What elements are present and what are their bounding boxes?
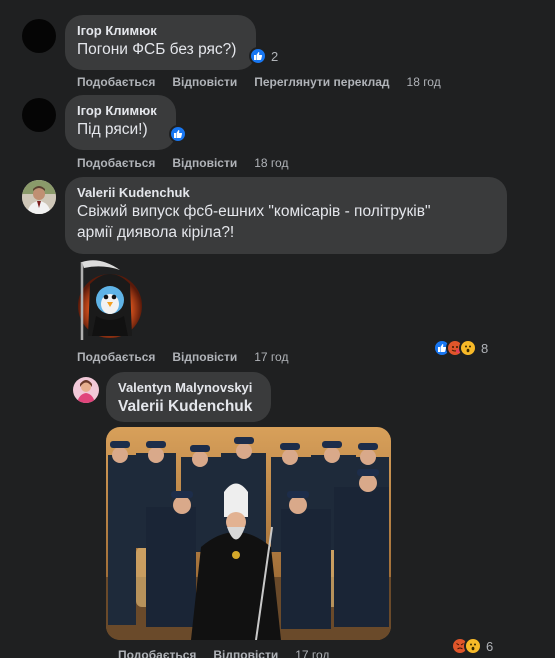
timestamp[interactable]: 17 год	[295, 648, 329, 658]
comment-bubble: Valentyn Malynovskyi Valerii Kudenchuk	[106, 372, 271, 422]
like-reaction-icon	[169, 125, 187, 143]
comment-text-line: армії диявола кіріла?!	[77, 224, 235, 241]
comment-actions: Подобається Відповісти Переглянути перек…	[77, 74, 441, 90]
comment-author[interactable]: Valentyn Malynovskyi	[118, 380, 259, 396]
like-button[interactable]: Подобається	[77, 156, 155, 170]
wow-reaction-icon	[459, 339, 477, 357]
reaction-count: 2	[271, 48, 279, 64]
avatar[interactable]	[73, 377, 99, 403]
timestamp[interactable]: 18 год	[254, 156, 288, 170]
reaction-summary[interactable]: 8	[433, 338, 488, 358]
mention-link[interactable]: Valerii Kudenchuk	[118, 396, 259, 417]
comment-bubble: Valerii Kudenchuk Свіжий випуск фсб-ешни…	[65, 177, 507, 254]
comment-actions: Подобається Відповісти 17 год	[77, 349, 288, 365]
reply-button[interactable]: Відповісти	[172, 75, 237, 89]
comment-text: Погони ФСБ без ряс?)	[77, 41, 237, 58]
comment-actions: Подобається Відповісти 18 год	[77, 155, 288, 171]
reaction-count: 8	[481, 340, 489, 356]
comment-author[interactable]: Ігор Климюк	[77, 103, 164, 119]
reaction-summary[interactable]: 6	[451, 636, 493, 656]
grim-reaper-sticker	[70, 254, 145, 344]
reply-button[interactable]: Відповісти	[172, 156, 237, 170]
comment-author[interactable]: Valerii Kudenchuk	[77, 185, 495, 201]
timestamp[interactable]: 18 год	[407, 75, 441, 89]
comment-photo[interactable]	[106, 427, 391, 640]
comment-actions: Подобається Відповісти 17 год	[118, 647, 329, 658]
avatar[interactable]	[22, 180, 56, 214]
like-button[interactable]: Подобається	[77, 350, 155, 364]
avatar[interactable]	[22, 98, 56, 132]
like-button[interactable]: Подобається	[118, 648, 196, 658]
reaction-summary[interactable]	[169, 124, 187, 144]
comment-author[interactable]: Ігор Климюк	[77, 23, 244, 39]
like-reaction-icon	[249, 47, 267, 65]
reply-button[interactable]: Відповісти	[213, 648, 278, 658]
like-button[interactable]: Подобається	[77, 75, 155, 89]
comment-text: Під ряси!)	[77, 121, 148, 138]
comment-text-line: Свіжий випуск фсб-ешних "комісарів - пол…	[77, 203, 431, 220]
timestamp[interactable]: 17 год	[254, 350, 288, 364]
comment-bubble: Ігор Климюк Під ряси!)	[65, 95, 176, 150]
reaction-count: 6	[486, 638, 494, 654]
avatar[interactable]	[22, 19, 56, 53]
reply-button[interactable]: Відповісти	[172, 350, 237, 364]
wow-reaction-icon	[464, 637, 482, 655]
comment-bubble: Ігор Климюк Погони ФСБ без ряс?)	[65, 15, 256, 70]
reaction-summary[interactable]: 2	[249, 46, 278, 66]
see-translation-button[interactable]: Переглянути переклад	[254, 75, 389, 89]
